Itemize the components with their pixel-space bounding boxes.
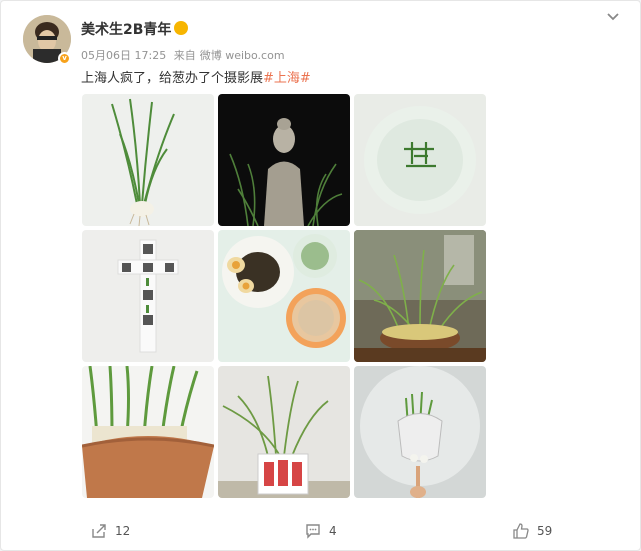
image-grid <box>82 94 486 498</box>
like-count: 59 <box>537 524 553 538</box>
username[interactable]: 美术生2B青年 <box>81 19 171 39</box>
post-text-main: 上海人疯了，给葱办了个摄影展 <box>81 71 264 86</box>
post-source: 微博 weibo.com <box>199 49 285 62</box>
member-level-icon[interactable] <box>174 21 188 35</box>
share-count: 12 <box>115 524 131 538</box>
image-tile-8[interactable] <box>218 366 350 498</box>
image-tile-1[interactable] <box>82 94 214 226</box>
thumbs-up-icon <box>513 523 529 539</box>
comment-icon <box>306 524 320 539</box>
verified-badge-icon: v <box>58 52 71 65</box>
post-meta: 05月06日 17:25 来自 微博 weibo.com <box>81 47 289 63</box>
scallion-bag-photo-icon <box>354 366 486 498</box>
scallion-photo-icon <box>82 94 214 226</box>
image-tile-2[interactable] <box>218 94 350 226</box>
hashtag-link[interactable]: #上海# <box>263 71 311 86</box>
chevron-down-icon[interactable] <box>605 9 621 25</box>
share-icon <box>92 524 106 538</box>
image-tile-5[interactable] <box>218 230 350 362</box>
post-text: 上海人疯了，给葱办了个摄影展#上海# <box>81 67 311 86</box>
share-button[interactable]: 12 <box>91 513 130 549</box>
plate-scallion-photo-icon <box>354 94 486 226</box>
image-tile-4[interactable] <box>82 230 214 362</box>
buddha-scallion-photo-icon <box>218 94 350 226</box>
image-tile-7[interactable] <box>82 366 214 498</box>
pot-scallion-photo-icon <box>82 366 214 498</box>
image-tile-3[interactable] <box>354 94 486 226</box>
comment-count: 4 <box>329 524 337 538</box>
post-timestamp[interactable]: 05月06日 17:25 <box>81 49 166 62</box>
image-tile-9[interactable] <box>354 366 486 498</box>
scallion-picture-photo-icon <box>218 366 350 498</box>
weibo-post-card: v 美术生2B青年 05月06日 17:25 来自 微博 weibo.com 上海… <box>0 0 641 551</box>
comment-button[interactable]: 4 <box>305 513 337 549</box>
image-tile-6[interactable] <box>354 230 486 362</box>
like-button[interactable]: 59 <box>513 513 552 549</box>
food-dishes-photo-icon <box>218 230 350 362</box>
basket-scallion-photo-icon <box>354 230 486 362</box>
source-prefix: 来自 <box>173 49 196 62</box>
qr-cross-photo-icon <box>82 230 214 362</box>
action-bar: 12 4 59 <box>1 513 640 549</box>
